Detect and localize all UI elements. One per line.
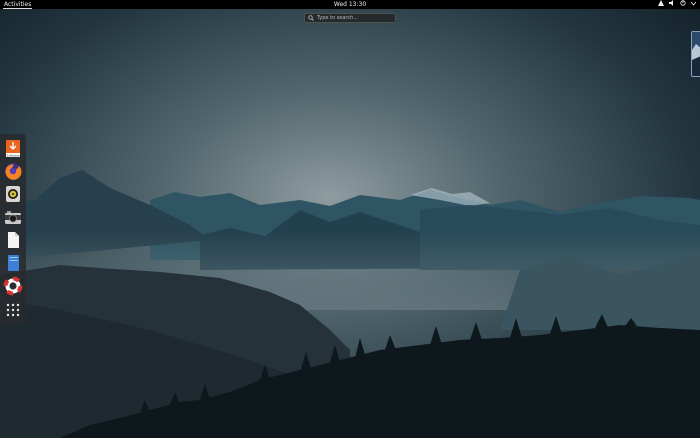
- help-icon: [3, 276, 23, 296]
- volume-icon[interactable]: [669, 0, 675, 9]
- document-icon: [8, 232, 19, 248]
- app-grid-icon: [6, 303, 20, 317]
- dash-item-help[interactable]: [3, 276, 23, 296]
- power-icon[interactable]: [680, 0, 686, 9]
- network-icon[interactable]: [658, 0, 664, 9]
- software-icon: Software: [6, 140, 20, 157]
- dash-item-camera[interactable]: [3, 207, 23, 227]
- dash-item-rhythmbox[interactable]: [3, 184, 23, 204]
- workspace-thumbnail[interactable]: [691, 31, 700, 77]
- camera-icon: [5, 211, 21, 224]
- dash-item-documents[interactable]: [3, 230, 23, 250]
- chevron-down-icon[interactable]: [690, 0, 697, 9]
- rhythmbox-icon: [6, 186, 20, 202]
- notes-icon: [8, 255, 19, 271]
- search-icon: [308, 15, 314, 21]
- dash-item-software[interactable]: Software: [3, 138, 23, 158]
- firefox-icon: [5, 163, 22, 180]
- dash-item-notes[interactable]: [3, 253, 23, 273]
- search-bar[interactable]: [304, 13, 396, 23]
- search-input[interactable]: [317, 14, 395, 22]
- workspace-preview: [692, 32, 700, 76]
- dash: Software: [0, 134, 26, 324]
- top-bar: Activities Wed 13:30: [0, 0, 700, 9]
- desktop-wallpaper: [0, 0, 700, 438]
- dash-item-firefox[interactable]: [3, 161, 23, 181]
- clock[interactable]: Wed 13:30: [0, 0, 700, 9]
- software-label: Software: [6, 153, 19, 157]
- system-tray[interactable]: [658, 0, 697, 9]
- dash-item-app-grid[interactable]: [3, 300, 23, 320]
